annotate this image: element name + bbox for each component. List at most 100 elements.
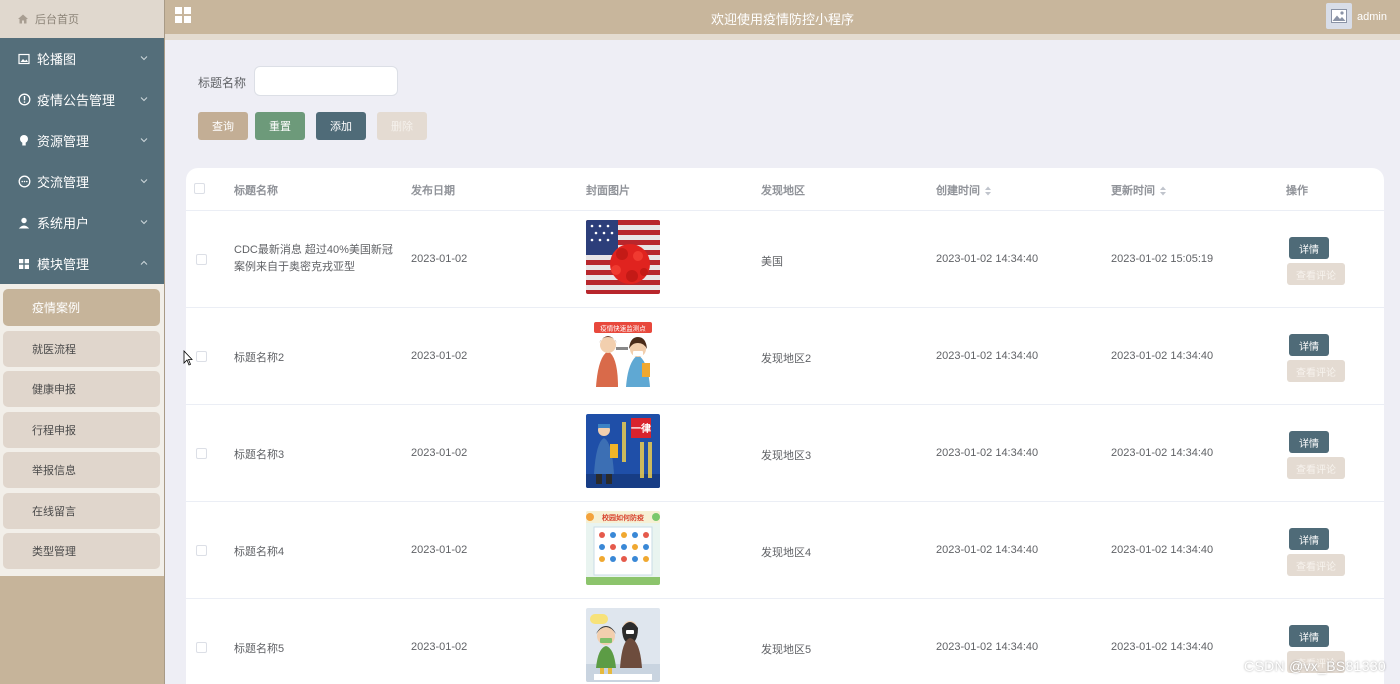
avatar[interactable] bbox=[1326, 3, 1352, 29]
reset-button[interactable]: 重置 bbox=[255, 112, 305, 140]
row-checkbox[interactable] bbox=[196, 545, 207, 556]
view-comments-button[interactable]: 查看评论 bbox=[1287, 457, 1345, 479]
header-title: 欢迎使用疫情防控小程序 bbox=[710, 12, 854, 27]
menu-communication[interactable]: 交流管理 bbox=[0, 161, 164, 202]
detail-button[interactable]: 详情 bbox=[1289, 334, 1329, 356]
table-row: 标题名称5 2023-01-02 发现地区5 2023-01-02 14:34:… bbox=[186, 599, 1384, 684]
col-cover: 封面图片 bbox=[586, 185, 630, 197]
chevron-down-icon bbox=[140, 179, 148, 184]
cover-image[interactable] bbox=[586, 220, 660, 294]
detail-button[interactable]: 详情 bbox=[1289, 625, 1329, 647]
poster-text: 校园如何防疫 bbox=[602, 513, 644, 522]
menu-label: 模块管理 bbox=[37, 257, 90, 272]
row-updated: 2023-01-02 15:05:19 bbox=[1111, 253, 1214, 265]
row-publish-date: 2023-01-02 bbox=[411, 253, 468, 265]
submenu-online-message[interactable]: 在线留言 bbox=[3, 492, 160, 529]
menu-label: 资源管理 bbox=[37, 134, 90, 149]
col-actions: 操作 bbox=[1286, 185, 1308, 197]
submenu-travel-report[interactable]: 行程申报 bbox=[3, 411, 160, 448]
grid-icon bbox=[17, 257, 31, 271]
select-all-checkbox[interactable] bbox=[194, 183, 205, 194]
chevron-down-icon bbox=[140, 56, 148, 61]
table-row: CDC最新消息 超过40%美国新冠案例来自于奥密克戎亚型 2023-01-02 … bbox=[186, 211, 1384, 308]
chevron-up-icon bbox=[140, 260, 148, 265]
row-checkbox[interactable] bbox=[196, 448, 207, 459]
view-comments-button[interactable]: 查看评论 bbox=[1287, 263, 1345, 285]
add-button[interactable]: 添加 bbox=[316, 112, 366, 140]
search-label: 标题名称 bbox=[198, 76, 247, 90]
home-icon bbox=[18, 14, 28, 24]
row-publish-date: 2023-01-02 bbox=[411, 544, 468, 556]
row-updated: 2023-01-02 14:34:40 bbox=[1111, 544, 1214, 556]
home-link[interactable]: 后台首页 bbox=[0, 0, 164, 38]
detail-button[interactable]: 详情 bbox=[1289, 237, 1329, 259]
menu-resources[interactable]: 资源管理 bbox=[0, 120, 164, 161]
table-header: 标题名称 发布日期 封面图片 发现地区 创建时间 更新时间 操作 bbox=[186, 168, 1384, 211]
row-created: 2023-01-02 14:34:40 bbox=[936, 641, 1039, 653]
row-publish-date: 2023-01-02 bbox=[411, 641, 468, 653]
chevron-down-icon bbox=[140, 97, 148, 102]
poster-text: 一律 bbox=[631, 422, 651, 435]
row-checkbox[interactable] bbox=[196, 351, 207, 362]
table-row: 标题名称3 2023-01-02 一律 发现地区3 2023-01-02 14:… bbox=[186, 405, 1384, 502]
cover-image[interactable]: 疫情快速监测点 bbox=[586, 317, 660, 391]
col-created-label: 创建时间 bbox=[936, 185, 980, 197]
chevron-down-icon bbox=[140, 138, 148, 143]
row-created: 2023-01-02 14:34:40 bbox=[936, 544, 1039, 556]
submenu-type-management[interactable]: 类型管理 bbox=[3, 533, 160, 569]
chevron-down-icon bbox=[140, 220, 148, 225]
query-button[interactable]: 查询 bbox=[198, 112, 248, 140]
title-search-input[interactable] bbox=[254, 66, 398, 96]
watermark: CSDN @vx_BS81330 bbox=[1244, 658, 1386, 674]
row-title: 标题名称2 bbox=[234, 352, 285, 364]
row-created: 2023-01-02 14:34:40 bbox=[936, 350, 1039, 362]
sort-icon[interactable] bbox=[984, 186, 992, 196]
lightbulb-icon bbox=[17, 134, 31, 148]
avatar-image-icon bbox=[1331, 9, 1347, 23]
col-title: 标题名称 bbox=[234, 185, 278, 197]
view-comments-button[interactable]: 查看评论 bbox=[1287, 554, 1345, 576]
row-publish-date: 2023-01-02 bbox=[411, 447, 468, 459]
menu-system-users[interactable]: 系统用户 bbox=[0, 202, 164, 243]
poster-text: 疫情快速监测点 bbox=[600, 324, 646, 333]
menu-epidemic-notice[interactable]: 疫情公告管理 bbox=[0, 79, 164, 120]
submenu-medical-process[interactable]: 就医流程 bbox=[3, 330, 160, 367]
row-created: 2023-01-02 14:34:40 bbox=[936, 253, 1039, 265]
image-icon bbox=[17, 52, 31, 66]
cover-image[interactable]: 校园如何防疫 bbox=[586, 511, 660, 585]
row-checkbox[interactable] bbox=[196, 642, 207, 653]
delete-button[interactable]: 删除 bbox=[377, 112, 427, 140]
row-created: 2023-01-02 14:34:40 bbox=[936, 447, 1039, 459]
mouse-cursor-icon bbox=[183, 350, 193, 366]
row-region: 发现地区2 bbox=[761, 353, 812, 365]
col-updated[interactable]: 更新时间 bbox=[1111, 182, 1167, 198]
cover-image[interactable]: 一律 bbox=[586, 414, 660, 488]
col-region: 发现地区 bbox=[761, 185, 805, 197]
submenu-health-report[interactable]: 健康申报 bbox=[3, 371, 160, 407]
menu-carousel[interactable]: 轮播图 bbox=[0, 38, 164, 79]
row-region: 美国 bbox=[761, 256, 783, 268]
view-comments-button[interactable]: 查看评论 bbox=[1287, 360, 1345, 382]
col-created[interactable]: 创建时间 bbox=[936, 182, 992, 198]
submenu-epidemic-cases[interactable]: 疫情案例 bbox=[3, 289, 160, 326]
menu-label: 疫情公告管理 bbox=[37, 93, 116, 108]
detail-button[interactable]: 详情 bbox=[1289, 431, 1329, 453]
sidebar: 后台首页 轮播图 疫情公告管理 资源管理 交流管理 系统用户 模块管理 疫情案例… bbox=[0, 0, 165, 684]
cover-image[interactable] bbox=[586, 608, 660, 682]
header-divider bbox=[165, 34, 1400, 40]
menu-module-management[interactable]: 模块管理 bbox=[0, 243, 164, 284]
sort-icon[interactable] bbox=[1159, 186, 1167, 196]
chat-bubble-icon bbox=[17, 175, 31, 189]
row-title: 标题名称4 bbox=[234, 546, 285, 558]
table-row: 标题名称4 2023-01-02 校园如何防疫 发现地区4 2023-01-02… bbox=[186, 502, 1384, 599]
menu-label: 交流管理 bbox=[37, 175, 90, 190]
username[interactable]: admin bbox=[1357, 11, 1387, 23]
row-checkbox[interactable] bbox=[196, 254, 207, 265]
home-label: 后台首页 bbox=[35, 14, 79, 26]
data-table: 标题名称 发布日期 封面图片 发现地区 创建时间 更新时间 操作 CDC最新消息… bbox=[186, 168, 1384, 684]
detail-button[interactable]: 详情 bbox=[1289, 528, 1329, 550]
submenu-report-info[interactable]: 举报信息 bbox=[3, 452, 160, 488]
row-title: 标题名称3 bbox=[234, 449, 285, 461]
row-region: 发现地区3 bbox=[761, 450, 812, 462]
row-region: 发现地区5 bbox=[761, 644, 812, 656]
